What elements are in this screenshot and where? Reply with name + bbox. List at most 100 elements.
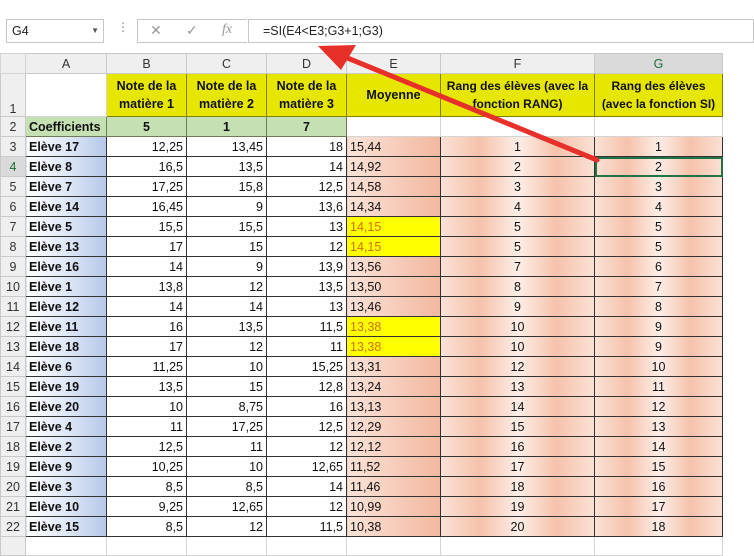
more-icon[interactable]: ⋮ [117, 20, 129, 34]
note-d[interactable]: 12 [266, 236, 347, 257]
moyenne-cell[interactable]: 14,92 [346, 156, 441, 177]
column-header-a[interactable]: A [25, 53, 107, 74]
rang-si-cell[interactable]: 1 [594, 136, 723, 157]
note-b[interactable]: 8,5 [106, 476, 187, 497]
row-header[interactable]: 17 [0, 416, 26, 437]
rang-rang-cell[interactable]: 16 [440, 436, 595, 457]
empty-cell[interactable] [186, 536, 267, 556]
student-name[interactable]: Elève 6 [25, 356, 107, 377]
note-c[interactable]: 13,45 [186, 136, 267, 157]
note-c[interactable]: 13,5 [186, 316, 267, 337]
moyenne-cell[interactable]: 13,38 [346, 316, 441, 337]
rang-si-cell[interactable]: 7 [594, 276, 723, 297]
rang-si-cell[interactable]: 5 [594, 236, 723, 257]
rang-rang-cell[interactable]: 20 [440, 516, 595, 537]
note-b[interactable]: 16 [106, 316, 187, 337]
row-header[interactable]: 6 [0, 196, 26, 217]
note-b[interactable]: 16,45 [106, 196, 187, 217]
row-header[interactable]: 3 [0, 136, 26, 157]
note-d[interactable]: 13,6 [266, 196, 347, 217]
note-c[interactable]: 17,25 [186, 416, 267, 437]
moyenne-cell[interactable]: 13,38 [346, 336, 441, 357]
rang-rang-cell[interactable]: 5 [440, 236, 595, 257]
note-b[interactable]: 11 [106, 416, 187, 437]
rang-si-cell[interactable]: 18 [594, 516, 723, 537]
rang-rang-cell[interactable]: 9 [440, 296, 595, 317]
rang-rang-cell[interactable]: 10 [440, 336, 595, 357]
note-c[interactable]: 12 [186, 516, 267, 537]
student-name[interactable]: Elève 8 [25, 156, 107, 177]
column-header-b[interactable]: B [106, 53, 187, 74]
note-d[interactable]: 14 [266, 156, 347, 177]
rang-rang-cell[interactable]: 19 [440, 496, 595, 517]
column-header-d[interactable]: D [266, 53, 347, 74]
note-d[interactable]: 13,5 [266, 276, 347, 297]
enter-icon[interactable]: ✓ [186, 22, 198, 39]
note-d[interactable]: 11,5 [266, 516, 347, 537]
rang-si-cell[interactable]: 13 [594, 416, 723, 437]
rang-si-cell[interactable]: 2 [594, 156, 723, 177]
empty-cell[interactable] [346, 116, 441, 137]
rang-rang-cell[interactable]: 2 [440, 156, 595, 177]
row-header[interactable]: 18 [0, 436, 26, 457]
student-name[interactable]: Elève 7 [25, 176, 107, 197]
rang-rang-cell[interactable]: 7 [440, 256, 595, 277]
note-c[interactable]: 8,75 [186, 396, 267, 417]
note-c[interactable]: 9 [186, 196, 267, 217]
rang-si-cell[interactable]: 17 [594, 496, 723, 517]
moyenne-cell[interactable]: 11,52 [346, 456, 441, 477]
rang-si-cell[interactable]: 10 [594, 356, 723, 377]
rang-si-cell[interactable]: 11 [594, 376, 723, 397]
note-c[interactable]: 9 [186, 256, 267, 277]
student-name[interactable]: Elève 10 [25, 496, 107, 517]
student-name[interactable]: Elève 18 [25, 336, 107, 357]
note-d[interactable]: 14 [266, 476, 347, 497]
moyenne-cell[interactable]: 10,99 [346, 496, 441, 517]
rang-si-cell[interactable]: 5 [594, 216, 723, 237]
moyenne-cell[interactable]: 13,31 [346, 356, 441, 377]
coefficients-label[interactable]: Coefficients [25, 116, 107, 137]
row-header[interactable]: 7 [0, 216, 26, 237]
row-header[interactable]: 21 [0, 496, 26, 517]
note-b[interactable]: 11,25 [106, 356, 187, 377]
rang-rang-cell[interactable]: 1 [440, 136, 595, 157]
row-header[interactable]: 4 [0, 156, 26, 177]
rang-si-cell[interactable]: 8 [594, 296, 723, 317]
note-b[interactable]: 14 [106, 256, 187, 277]
note-d[interactable]: 12,5 [266, 416, 347, 437]
rang-si-cell[interactable]: 3 [594, 176, 723, 197]
note-c[interactable]: 12 [186, 336, 267, 357]
note-d[interactable]: 12 [266, 436, 347, 457]
row-header[interactable]: 12 [0, 316, 26, 337]
empty-cell[interactable] [106, 536, 187, 556]
header-note-3[interactable]: Note de la matière 3 [266, 73, 347, 117]
student-name[interactable]: Elève 12 [25, 296, 107, 317]
note-c[interactable]: 15 [186, 236, 267, 257]
moyenne-cell[interactable]: 14,15 [346, 216, 441, 237]
row-header[interactable]: 16 [0, 396, 26, 417]
note-d[interactable]: 12,65 [266, 456, 347, 477]
note-d[interactable]: 15,25 [266, 356, 347, 377]
formula-input[interactable]: =SI(E4<E3;G3+1;G3) [248, 19, 754, 43]
empty-cell[interactable] [440, 536, 595, 556]
note-b[interactable]: 12,5 [106, 436, 187, 457]
moyenne-cell[interactable]: 12,12 [346, 436, 441, 457]
student-name[interactable]: Elève 16 [25, 256, 107, 277]
row-header[interactable]: 15 [0, 376, 26, 397]
note-c[interactable]: 13,5 [186, 156, 267, 177]
note-b[interactable]: 9,25 [106, 496, 187, 517]
column-header-f[interactable]: F [440, 53, 595, 74]
row-header[interactable]: 14 [0, 356, 26, 377]
coefficient-1[interactable]: 5 [106, 116, 187, 137]
student-name[interactable]: Elève 14 [25, 196, 107, 217]
note-c[interactable]: 14 [186, 296, 267, 317]
note-b[interactable]: 14 [106, 296, 187, 317]
student-name[interactable]: Elève 4 [25, 416, 107, 437]
header-moyenne[interactable]: Moyenne [346, 73, 441, 117]
note-c[interactable]: 10 [186, 356, 267, 377]
row-header[interactable]: 11 [0, 296, 26, 317]
moyenne-cell[interactable]: 13,13 [346, 396, 441, 417]
moyenne-cell[interactable]: 13,50 [346, 276, 441, 297]
row-header[interactable]: 9 [0, 256, 26, 277]
note-d[interactable]: 11 [266, 336, 347, 357]
